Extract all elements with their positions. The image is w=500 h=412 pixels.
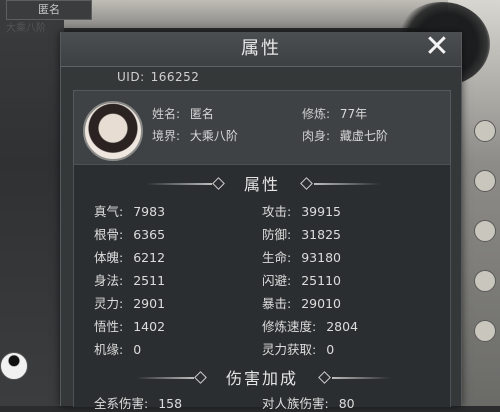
stat-value: 2901 (133, 296, 166, 311)
name-label: 姓名: (152, 107, 181, 121)
side-menu-icon[interactable] (474, 170, 496, 192)
body-label: 肉身: (302, 129, 331, 143)
cultivate-value: 77年 (339, 107, 368, 121)
section-divider (314, 183, 380, 185)
stat-row: 身法: 2511 (94, 270, 165, 289)
background-left (0, 0, 64, 406)
stat-value: 2804 (326, 319, 359, 334)
cultivate-label: 修炼: (302, 107, 331, 121)
stat-label: 灵力获取: (262, 342, 317, 357)
stat-value: 6212 (133, 250, 166, 265)
stat-value: 39915 (301, 204, 341, 219)
stat-row: 体魄: 6212 (94, 247, 165, 266)
stat-row: 根骨: 6365 (94, 224, 165, 243)
name-value: 匿名 (189, 107, 214, 121)
stat-label: 全系伤害: (94, 396, 149, 411)
uid-label: UID: (117, 70, 145, 84)
avatar (83, 101, 143, 161)
stat-row: 机缘: 0 (94, 339, 141, 358)
stat-label: 悟性: (94, 319, 124, 334)
stat-row: 修炼速度: 2804 (262, 316, 358, 335)
stat-label: 防御: (262, 227, 292, 242)
section-title-damage: 伤害加成 (225, 369, 298, 388)
realm-label: 境界: (152, 129, 181, 143)
stat-row: 灵力获取: 0 (262, 339, 334, 358)
stat-value: 25110 (301, 273, 341, 288)
profile-cultivate: 修炼: 77年 (302, 105, 367, 122)
stat-label: 机缘: (94, 342, 124, 357)
stat-label: 灵力: (94, 296, 124, 311)
stat-row: 灵力: 2901 (94, 293, 165, 312)
stat-label: 体魄: (94, 250, 124, 265)
section-title-attributes: 属性 (243, 175, 280, 194)
uid-row: UID: 166252 (117, 70, 205, 84)
close-button[interactable]: ✕ (422, 32, 452, 62)
stat-value: 0 (133, 342, 142, 357)
yin-yang-icon[interactable] (0, 352, 28, 380)
stat-value: 2511 (133, 273, 166, 288)
stat-label: 对人族伤害: (262, 396, 329, 411)
section-divider (332, 377, 390, 379)
stat-label: 修炼速度: (262, 319, 317, 334)
attribute-dialog: 属性 UID: 166252 姓名: 匿名 修炼: 77年 境界: 大乘八阶 肉身… (60, 32, 462, 411)
stat-value: 7983 (133, 204, 166, 219)
stat-row: 悟性: 1402 (94, 316, 165, 335)
stat-value: 158 (158, 396, 183, 411)
stat-label: 身法: (94, 273, 124, 288)
stat-label: 暴击: (262, 296, 292, 311)
stat-label: 生命: (262, 250, 292, 265)
attribute-panel: 属性 真气: 7983 根骨: 6365 体魄: 6212 身法: 2511 灵力: 29… (73, 164, 451, 411)
stat-label: 闪避: (262, 273, 292, 288)
stat-row: 全系伤害: 158 (94, 393, 182, 412)
stat-value: 0 (326, 342, 335, 357)
stat-row: 闪避: 25110 (262, 270, 341, 289)
profile-name: 姓名: 匿名 (152, 105, 214, 122)
side-menu-icon[interactable] (474, 270, 496, 292)
stat-value: 80 (338, 396, 355, 411)
stat-value: 1402 (133, 319, 166, 334)
profile-body: 肉身: 藏虚七阶 (302, 127, 388, 144)
side-menu-icon[interactable] (474, 220, 496, 242)
stat-row: 防御: 31825 (262, 224, 341, 243)
stat-value: 31825 (301, 227, 341, 242)
stat-row: 生命: 93180 (262, 247, 341, 266)
realm-value: 大乘八阶 (189, 129, 238, 143)
stat-label: 攻击: (262, 204, 292, 219)
stat-row: 暴击: 29010 (262, 293, 341, 312)
dialog-title: 属性 (241, 38, 281, 59)
stat-value: 93180 (301, 250, 341, 265)
close-icon: ✕ (424, 29, 450, 64)
side-menu-icon[interactable] (474, 120, 496, 142)
side-menu-icon[interactable] (474, 320, 496, 342)
player-name-tag: 匿名 (6, 0, 92, 20)
stat-row: 攻击: 39915 (262, 201, 341, 220)
body-value: 藏虚七阶 (339, 129, 388, 143)
stat-row: 真气: 7983 (94, 201, 165, 220)
stat-value: 6365 (133, 227, 166, 242)
player-realm-tag: 大乘八阶 (6, 23, 46, 34)
stat-label: 根骨: (94, 227, 124, 242)
uid-value: 166252 (150, 70, 200, 84)
stat-label: 真气: (94, 204, 124, 219)
stat-value: 29010 (301, 296, 341, 311)
profile-realm: 境界: 大乘八阶 (152, 127, 238, 144)
stat-row: 对人族伤害: 80 (262, 393, 355, 412)
